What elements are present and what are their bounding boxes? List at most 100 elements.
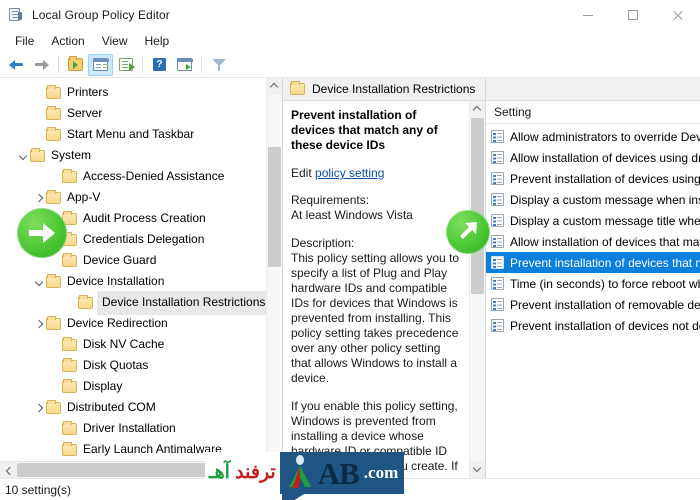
folder-icon	[46, 273, 61, 288]
tree-node-label: Audit Process Creation	[83, 211, 206, 225]
settings-row[interactable]: Display a custom message title when dev	[486, 210, 700, 231]
show-run-button[interactable]	[172, 54, 197, 76]
tree-node[interactable]: Access-Denied Assistance	[0, 166, 266, 187]
tree-node[interactable]: Server	[0, 103, 266, 124]
properties-button[interactable]	[88, 53, 113, 76]
folder-icon	[46, 105, 61, 120]
folder-icon	[62, 420, 77, 435]
tree-node[interactable]: Printers	[0, 82, 266, 103]
tree-expander-empty	[64, 292, 78, 313]
tree-expander[interactable]	[16, 145, 30, 166]
tree-node-label: Server	[67, 106, 103, 120]
tree-node-label: Device Guard	[83, 253, 157, 267]
settings-row[interactable]: Prevent installation of removable device…	[486, 294, 700, 315]
settings-row[interactable]: Allow installation of devices using driv…	[486, 147, 700, 168]
tree-node[interactable]: Disk NV Cache	[0, 334, 266, 355]
extended-pane-title: Device Installation Restrictions	[312, 82, 476, 96]
tree-expander[interactable]	[32, 397, 46, 418]
tree-node[interactable]: Driver Installation	[0, 418, 266, 439]
filter-button[interactable]	[206, 54, 231, 76]
tree-node[interactable]: Start Menu and Taskbar	[0, 124, 266, 145]
extended-pane-body: Prevent installation of devices that mat…	[283, 101, 485, 478]
edit-policy-row: Edit policy setting	[291, 166, 463, 180]
tree-node[interactable]: Device Redirection	[0, 313, 266, 334]
settings-row-label: Prevent installation of devices using dr…	[510, 171, 700, 186]
menu-help[interactable]: Help	[137, 32, 179, 51]
tree-node[interactable]: Distributed COM	[0, 397, 266, 418]
back-button[interactable]	[4, 54, 29, 76]
help-button[interactable]: ?	[147, 54, 172, 76]
settings-row-selected[interactable]: Prevent installation of devices that mat…	[486, 252, 700, 273]
description-paragraph-2: If you enable this policy setting, Windo…	[291, 399, 458, 473]
settings-row[interactable]: Allow administrators to override Device …	[486, 126, 700, 147]
tree-node[interactable]: Early Launch Antimalware	[0, 439, 266, 460]
tree-scroll-thumb[interactable]	[268, 147, 281, 267]
chevron-down-icon	[474, 466, 481, 473]
settings-list[interactable]: Allow administrators to override Device …	[486, 124, 700, 478]
export-list-button[interactable]	[113, 54, 138, 76]
settings-row[interactable]: Time (in seconds) to force reboot when r…	[486, 273, 700, 294]
menu-file[interactable]: File	[7, 32, 43, 51]
forward-arrow-icon	[34, 58, 49, 71]
settings-row-label: Prevent installation of devices that mat…	[510, 255, 700, 270]
extended-description-pane: Device Installation Restrictions Prevent…	[283, 78, 485, 478]
setting-column-header[interactable]: Setting	[486, 101, 700, 124]
policy-setting-icon	[491, 214, 504, 227]
policy-tree[interactable]: Printers Server Start Menu and Taskbar Syst…	[0, 78, 266, 461]
close-button[interactable]	[655, 0, 700, 30]
up-one-level-button[interactable]	[63, 54, 88, 76]
minimize-button[interactable]	[565, 0, 610, 30]
tree-node[interactable]: App-V	[0, 187, 266, 208]
settings-row-label: Allow installation of devices using driv…	[510, 150, 700, 165]
maximize-icon	[627, 10, 638, 20]
description-vertical-scrollbar[interactable]	[469, 101, 485, 478]
tree-scroll-up-button[interactable]	[267, 78, 282, 95]
tree-node[interactable]: Device Installation Restrictions	[0, 290, 266, 315]
toolbar-separator-3	[201, 56, 202, 73]
tree-expander[interactable]	[32, 313, 46, 334]
description-scroll-up-button[interactable]	[470, 101, 485, 118]
filter-icon	[211, 58, 226, 71]
status-text: 10 setting(s)	[5, 482, 72, 497]
policy-setting-link[interactable]: policy setting	[315, 166, 384, 180]
tree-node[interactable]: Display	[0, 376, 266, 397]
tree-node[interactable]: Enhanced Storage Access	[0, 460, 266, 461]
menu-action[interactable]: Action	[43, 32, 93, 51]
tree-node[interactable]: System	[0, 145, 266, 166]
tree-vertical-scrollbar[interactable]	[266, 78, 282, 461]
forward-button[interactable]	[29, 54, 54, 76]
description-label: Description:	[291, 236, 355, 250]
tree-node[interactable]: Disk Quotas	[0, 355, 266, 376]
console-tree-pane: Printers Server Start Menu and Taskbar Syst…	[0, 78, 283, 478]
folder-up-icon	[68, 56, 83, 71]
chevron-right-icon	[36, 404, 43, 411]
tree-expander-empty	[48, 460, 62, 461]
folder-icon	[62, 252, 77, 267]
tree-hscroll-track[interactable]	[17, 462, 282, 478]
application-icon	[9, 7, 25, 23]
policy-setting-icon	[491, 130, 504, 143]
green-right-arrow-annotation	[17, 208, 67, 258]
requirements-value: At least Windows Vista	[291, 208, 413, 222]
maximize-button[interactable]	[610, 0, 655, 30]
tree-scroll-left-button[interactable]	[0, 462, 17, 478]
settings-row[interactable]: Prevent installation of devices not desc…	[486, 315, 700, 336]
menu-view[interactable]: View	[94, 32, 137, 51]
tree-node[interactable]: Device Installation	[0, 271, 266, 292]
settings-row-label: Display a custom message title when dev	[510, 213, 700, 228]
tree-expander[interactable]	[32, 187, 46, 208]
tree-scroll-track[interactable]	[267, 95, 282, 461]
tree-hscroll-thumb[interactable]	[17, 463, 253, 477]
description-scroll-down-button[interactable]	[470, 461, 485, 478]
settings-row[interactable]: Display a custom message when installat	[486, 189, 700, 210]
tree-horizontal-scrollbar[interactable]	[0, 461, 282, 478]
tree-expander-empty	[48, 334, 62, 355]
description-scroll-thumb[interactable]	[471, 118, 484, 294]
settings-row[interactable]: Prevent installation of devices using dr…	[486, 168, 700, 189]
up-right-arrow-icon	[460, 222, 477, 239]
folder-icon	[30, 147, 45, 162]
tree-expander-empty	[48, 166, 62, 187]
tree-expander[interactable]	[32, 271, 46, 292]
description-scroll-track[interactable]	[470, 118, 485, 461]
settings-row[interactable]: Allow installation of devices that match…	[486, 231, 700, 252]
